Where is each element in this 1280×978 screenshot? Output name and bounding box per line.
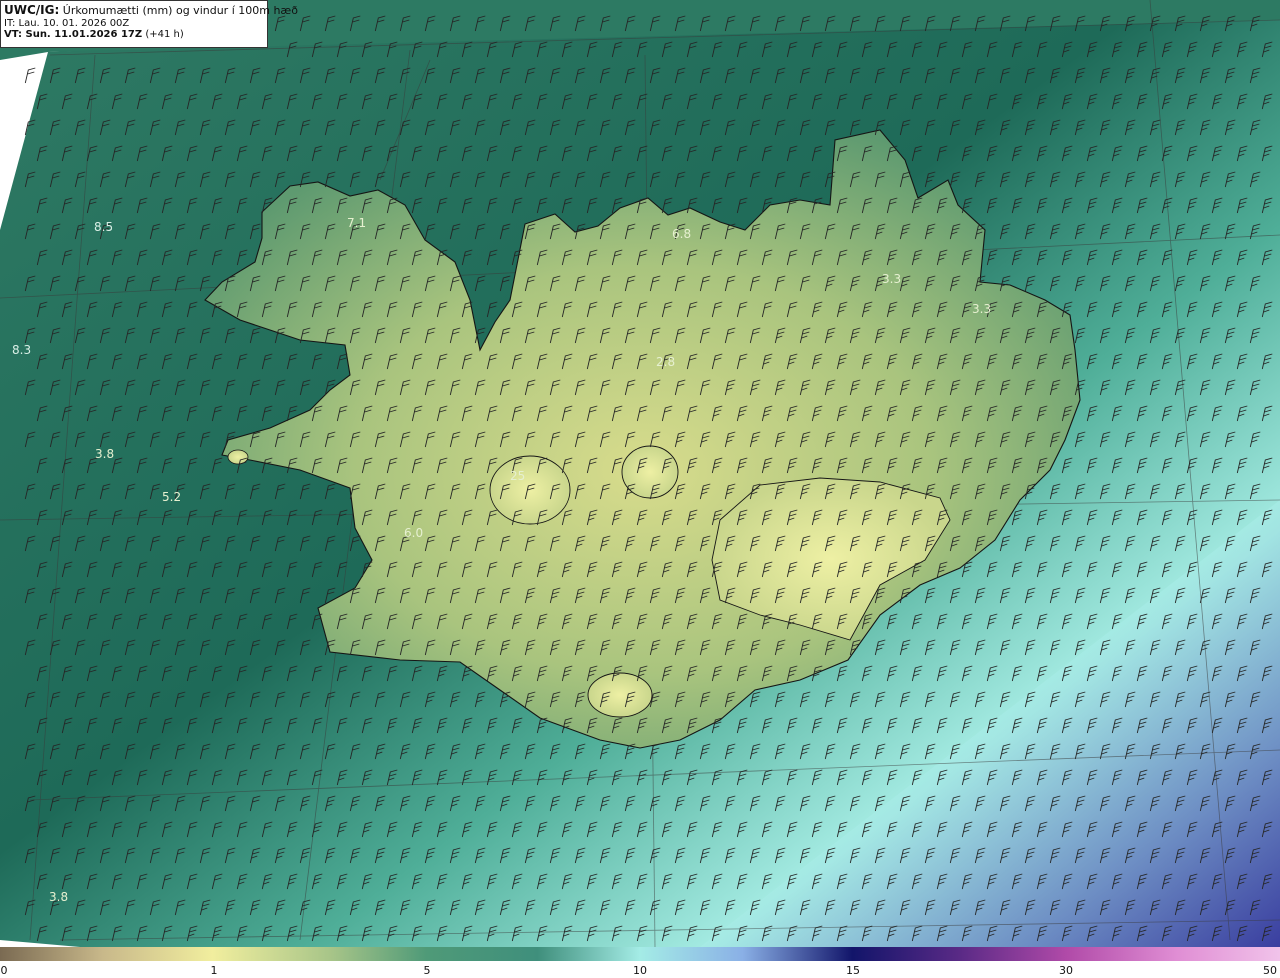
- map-value-label: 8.5: [94, 220, 113, 234]
- map-canvas: 8.5 7.1 6.8 3.3 3.3 8.3 2.8 3.8 5.2 25 6…: [0, 0, 1280, 947]
- map-value-label: 3.3: [972, 302, 991, 316]
- forecast-map: 8.5 7.1 6.8 3.3 3.3 8.3 2.8 3.8 5.2 25 6…: [0, 0, 1280, 978]
- colorbar-tick: 50: [1263, 964, 1277, 977]
- map-value-label: 5.2: [162, 490, 181, 504]
- map-value-label: 6.0: [404, 526, 423, 540]
- colorbar-tick: 0: [0, 964, 8, 977]
- valid-time-line: VT: Sun. 11.01.2026 17Z (+41 h): [4, 29, 264, 41]
- colorbar-tick: 30: [1059, 964, 1073, 977]
- map-value-label: 3.3: [882, 272, 901, 286]
- hofsjokull-glacier: [621, 445, 679, 499]
- map-value-label: 3.8: [49, 890, 68, 904]
- map-value-label: 2.8: [656, 355, 675, 369]
- map-value-label: 6.8: [672, 227, 691, 241]
- map-value-label: 25: [510, 469, 525, 483]
- colorbar-tick: 5: [423, 964, 431, 977]
- colorbar-strip: [0, 947, 1280, 961]
- forecast-info-box: UWC/IG: Úrkomumætti (mm) og vindur í 100…: [0, 0, 298, 48]
- map-value-label: 7.1: [347, 216, 366, 230]
- product-title: Úrkomumætti (mm) og vindur í 100m hæð: [62, 4, 298, 17]
- colorbar: 0 1 5 10 15 30 50: [0, 947, 1280, 978]
- info-title-line: UWC/IG: Úrkomumætti (mm) og vindur í 100…: [4, 3, 298, 18]
- myrdalsjokull-glacier: [587, 672, 653, 718]
- lead-time: (+41 h): [145, 29, 184, 41]
- snaefellsjokull-glacier: [227, 449, 249, 465]
- valid-time: VT: Sun. 11.01.2026 17Z: [4, 29, 143, 41]
- issue-time: IT: Lau. 10. 01. 2026 00Z: [4, 17, 130, 29]
- colorbar-tick: 1: [210, 964, 218, 977]
- colorbar-tick: 10: [633, 964, 647, 977]
- colorbar-tick: 15: [846, 964, 860, 977]
- map-value-label: 8.3: [12, 343, 31, 357]
- map-value-label: 3.8: [95, 447, 114, 461]
- model-name: UWC/IG:: [4, 3, 60, 17]
